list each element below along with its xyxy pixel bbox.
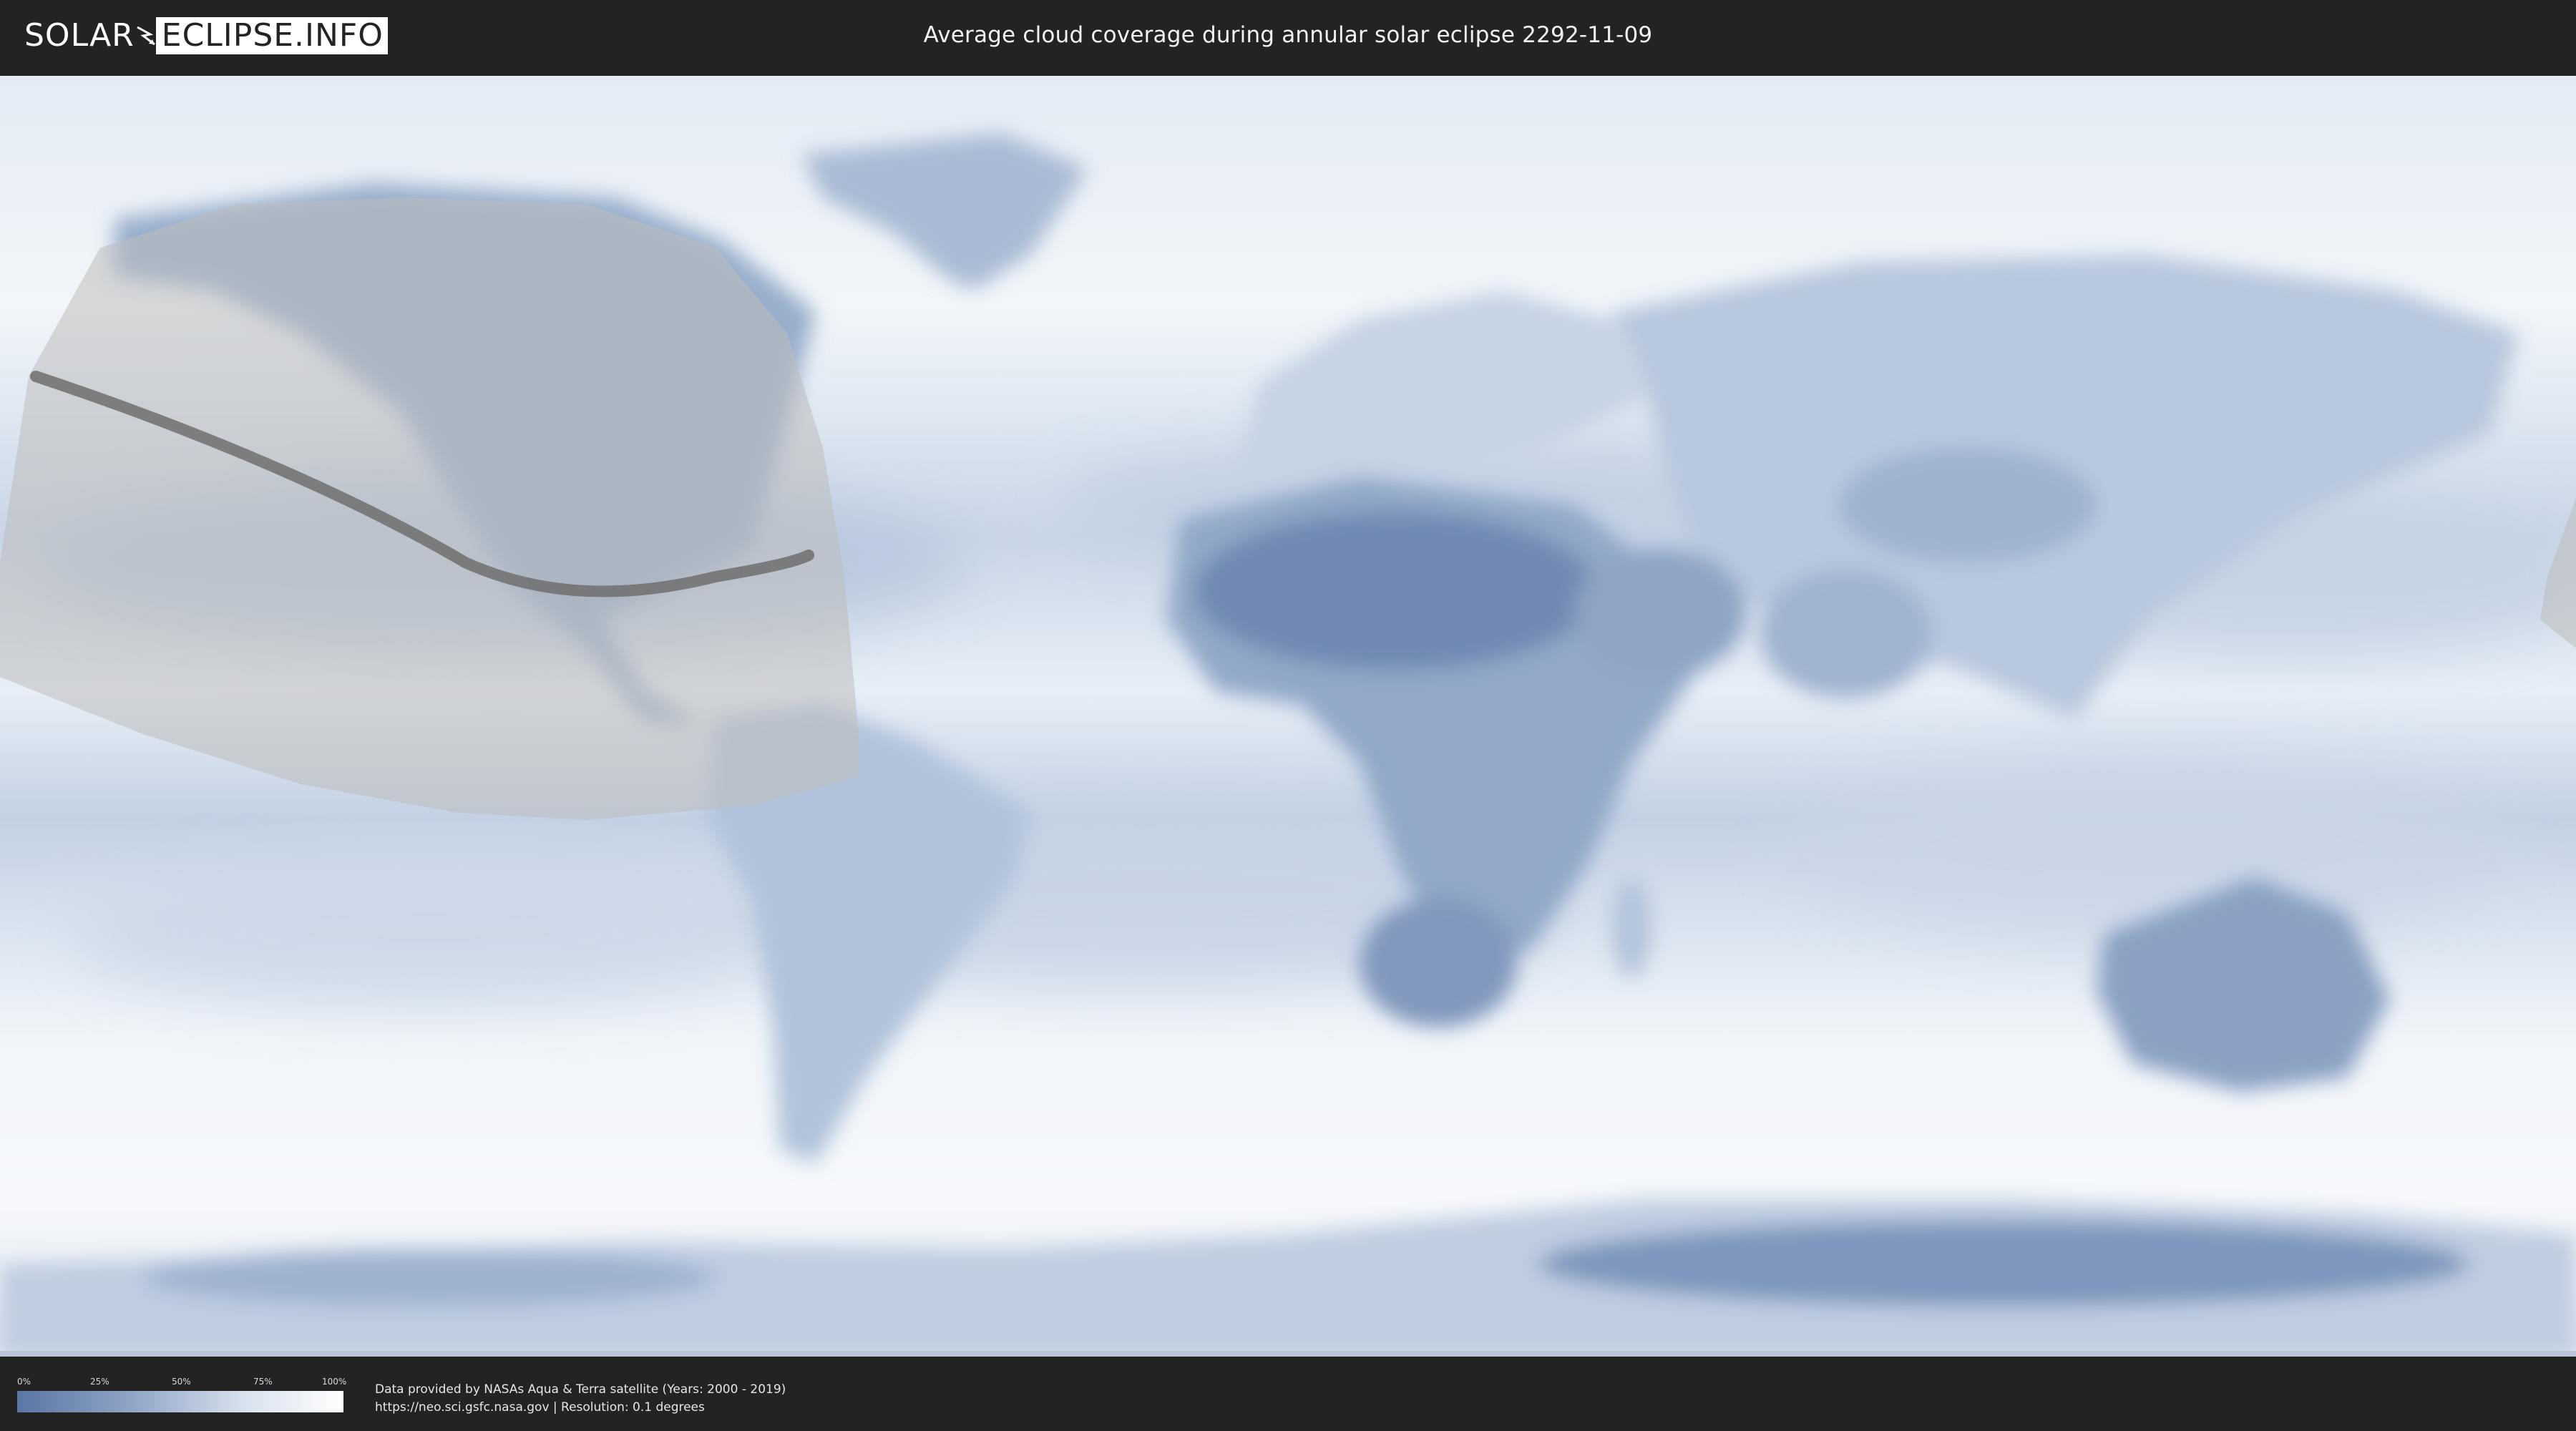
page-title: Average cloud coverage during annular so… [923,22,1653,48]
india [1760,570,1932,698]
credit-line-url[interactable]: https://neo.sci.gsfc.nasa.gov | Resoluti… [375,1399,786,1417]
cloud-coverage-map[interactable] [0,76,2576,1357]
data-credits: Data provided by NASAs Aqua & Terra sate… [375,1381,786,1417]
footer-bar: 0% 25% 50% 75% 100% Data provided by NAS… [0,1359,2576,1431]
arabia [1574,548,1746,677]
sahara [1195,512,1596,670]
map-bottom-edge [0,1351,2576,1357]
legend-tick-75: 75% [253,1377,273,1387]
eclipse-visibility-zone [0,197,859,820]
coverage-legend: 0% 25% 50% 75% 100% [17,1377,347,1414]
antarctica-west-band [143,1249,716,1307]
antarctica-dark-band [1538,1221,2469,1307]
southern-africa [1360,899,1517,1027]
header-bar: SOLAR ECLIPSE.INFO Average cloud coverag… [0,0,2576,72]
madagascar [1611,877,1652,977]
page: SOLAR ECLIPSE.INFO Average cloud coverag… [0,0,2576,1431]
legend-tick-100: 100% [322,1377,347,1387]
tibet [1839,448,2097,562]
legend-color-bar [17,1391,343,1412]
world-map-svg [0,76,2576,1357]
legend-tick-25: 25% [90,1377,109,1387]
legend-tick-0: 0% [17,1377,31,1387]
legend-tick-50: 50% [172,1377,191,1387]
credit-line-source: Data provided by NASAs Aqua & Terra sate… [375,1382,786,1397]
